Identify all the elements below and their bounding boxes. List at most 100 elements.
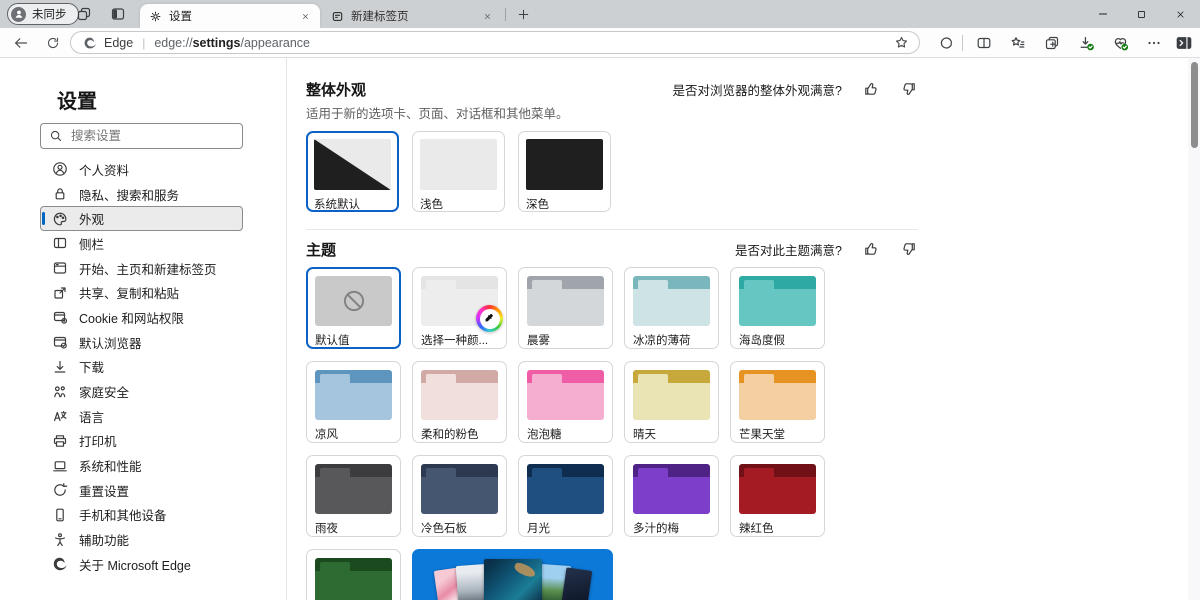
- downloads-button[interactable]: [1072, 31, 1100, 55]
- copilot-button[interactable]: [932, 31, 960, 55]
- theme-card-10[interactable]: 雨夜: [306, 455, 401, 537]
- tab-close-button[interactable]: [479, 8, 495, 24]
- mode-label: 系统默认: [314, 196, 391, 212]
- sidebar-item-label: 下载: [79, 357, 104, 376]
- maximize-icon: [1136, 9, 1147, 20]
- appearance-feedback: 是否对浏览器的整体外观满意?: [673, 80, 918, 99]
- minimize-button[interactable]: [1083, 0, 1122, 28]
- theme-card-14[interactable]: 辣红色: [730, 455, 825, 537]
- thumb-up-icon: [863, 81, 879, 97]
- workspaces-button[interactable]: [70, 0, 98, 28]
- theme-card-12[interactable]: 月光: [518, 455, 613, 537]
- thumbs-up-button[interactable]: [862, 80, 880, 98]
- sidebar-item-16[interactable]: 关于 Microsoft Edge: [40, 552, 243, 577]
- theme-label: 冰凉的薄荷: [633, 332, 710, 348]
- theme-card-7[interactable]: 泡泡糖: [518, 361, 613, 443]
- scrollbar-thumb[interactable]: [1191, 62, 1198, 148]
- theme-card-11[interactable]: 冷色石板: [412, 455, 507, 537]
- about-edge-icon: [52, 556, 68, 572]
- section-subtitle: 适用于新的选项卡、页面、对话框和其他菜单。: [306, 103, 918, 122]
- back-button[interactable]: [8, 31, 34, 55]
- search-icon: [49, 129, 63, 143]
- theme-label: 凉风: [315, 426, 392, 442]
- sidebar-item-9[interactable]: 家庭安全: [40, 379, 243, 404]
- theme-card-1[interactable]: 选择一种颜...: [412, 267, 507, 349]
- refresh-button[interactable]: [40, 31, 66, 55]
- address-separator: |: [142, 36, 145, 50]
- no-symbol-icon: [341, 288, 367, 314]
- theme-label: 多汁的梅: [633, 520, 710, 536]
- page-scrollbar[interactable]: [1188, 58, 1200, 600]
- thumbs-down-button[interactable]: [900, 80, 918, 98]
- split-screen-button[interactable]: [970, 31, 998, 55]
- avatar: [11, 7, 26, 22]
- theme-preview: [421, 370, 498, 420]
- sidebar-item-15[interactable]: 辅助功能: [40, 527, 243, 552]
- sidebar-item-0[interactable]: 个人资料: [40, 157, 243, 182]
- theme-card-5[interactable]: 凉风: [306, 361, 401, 443]
- search-input[interactable]: [71, 129, 221, 143]
- sidebar-item-5[interactable]: 共享、复制和粘贴: [40, 280, 243, 305]
- theme-card-4[interactable]: 海岛度假: [730, 267, 825, 349]
- color-picker-badge[interactable]: [476, 305, 503, 332]
- tab-icon-slot-0: [149, 10, 162, 23]
- mode-label: 浅色: [420, 196, 497, 212]
- sidebar-item-12[interactable]: 系统和性能: [40, 453, 243, 478]
- tab-title: 设置: [169, 8, 290, 24]
- theme-card-2[interactable]: 晨雾: [518, 267, 613, 349]
- phone-icon: [52, 507, 68, 523]
- sidebar-icon: [52, 235, 68, 251]
- sidebar-toggle-button[interactable]: [1170, 31, 1198, 55]
- appearance-icon: [52, 211, 68, 227]
- tab-new-tab-page[interactable]: 新建标签页: [322, 4, 502, 28]
- sidebar-item-4[interactable]: 开始、主页和新建标签页: [40, 256, 243, 281]
- reset-icon: [52, 482, 68, 498]
- theme-card-3[interactable]: 冰凉的薄荷: [624, 267, 719, 349]
- theme-card-0[interactable]: 默认值: [306, 267, 401, 349]
- profile-icon: [52, 161, 68, 177]
- address-bar[interactable]: Edge | edge://settings/appearance: [70, 31, 920, 54]
- profile-button[interactable]: 未同步: [7, 3, 79, 25]
- appearance-mode-card-light[interactable]: 浅色: [412, 131, 505, 212]
- sidebar-item-10[interactable]: 语言: [40, 404, 243, 429]
- theme-card-6[interactable]: 柔和的粉色: [412, 361, 507, 443]
- sidebar-item-11[interactable]: 打印机: [40, 429, 243, 454]
- sidebar-item-7[interactable]: 默认浏览器: [40, 330, 243, 355]
- appearance-mode-card-system[interactable]: 系统默认: [306, 131, 399, 212]
- thumb-down-icon: [901, 81, 917, 97]
- maximize-button[interactable]: [1122, 0, 1161, 28]
- favorites-button[interactable]: [1004, 31, 1032, 55]
- sidebar-item-2[interactable]: 外观: [40, 206, 243, 231]
- settings-main: 整体外观 是否对浏览器的整体外观满意? 适用于新的选项卡、页面、对话框和其他菜单…: [288, 58, 1188, 600]
- theme-card-13[interactable]: 多汁的梅: [624, 455, 719, 537]
- theme-card-8[interactable]: 晴天: [624, 361, 719, 443]
- sidebar-item-3[interactable]: 侧栏: [40, 231, 243, 256]
- theme-card-gallery[interactable]: [412, 549, 613, 600]
- new-tab-button[interactable]: [511, 5, 535, 24]
- theme-preview: [633, 464, 710, 514]
- tab-actions-icon: [110, 6, 126, 22]
- collections-button[interactable]: [1038, 31, 1066, 55]
- sidebar-item-1[interactable]: 隐私、搜索和服务: [40, 182, 243, 207]
- section-title-theme: 主题: [306, 239, 336, 260]
- tab-actions-button[interactable]: [104, 0, 132, 28]
- tab-settings[interactable]: 设置: [140, 4, 320, 28]
- favorite-star-button[interactable]: [891, 33, 911, 53]
- sidebar-item-6[interactable]: Cookie 和网站权限: [40, 305, 243, 330]
- theme-card-9[interactable]: 芒果天堂: [730, 361, 825, 443]
- profile-label: 未同步: [32, 6, 67, 22]
- thumbs-down-button[interactable]: [900, 240, 918, 258]
- theme-preview: [739, 276, 816, 326]
- browser-essentials-button[interactable]: [1106, 31, 1134, 55]
- essentials-badge-icon: [1112, 35, 1129, 52]
- sidebar-item-14[interactable]: 手机和其他设备: [40, 503, 243, 528]
- theme-card-15[interactable]: [306, 549, 401, 600]
- sidebar-item-13[interactable]: 重置设置: [40, 478, 243, 503]
- thumbs-up-button[interactable]: [862, 240, 880, 258]
- close-button[interactable]: [1161, 0, 1200, 28]
- settings-search-box[interactable]: [40, 123, 243, 149]
- appearance-mode-card-dark[interactable]: 深色: [518, 131, 611, 212]
- sidebar-item-8[interactable]: 下载: [40, 355, 243, 380]
- more-menu-button[interactable]: [1140, 31, 1168, 55]
- tab-close-button[interactable]: [297, 8, 313, 24]
